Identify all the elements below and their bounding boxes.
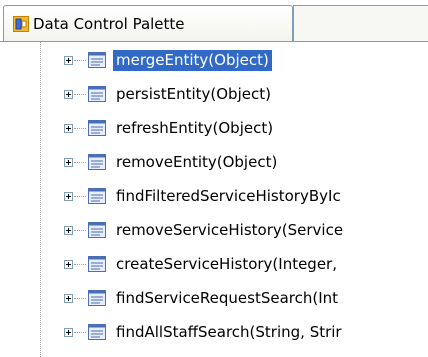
tree-item[interactable]: persistEntity(Object)	[0, 82, 428, 110]
method-icon	[88, 222, 106, 238]
tree-connector	[74, 298, 86, 299]
tab-data-control-palette[interactable]: Data Control Palette	[3, 5, 293, 42]
tree-item[interactable]: findAllStaffSearch(String, Strir	[0, 320, 428, 348]
expand-icon[interactable]	[64, 294, 73, 303]
tree-item-label[interactable]: refreshEntity(Object)	[113, 118, 276, 139]
data-control-palette-icon	[13, 16, 29, 32]
tree-item-label[interactable]: findAllStaffSearch(String, Strir	[113, 322, 345, 343]
tab-title: Data Control Palette	[33, 15, 185, 33]
method-icon	[88, 324, 106, 340]
method-icon	[88, 120, 106, 136]
data-control-tree: mergeEntity(Object) persistEntity(Object…	[0, 42, 428, 357]
tree-item[interactable]: findServiceRequestSearch(Int	[0, 286, 428, 314]
expand-icon[interactable]	[64, 158, 73, 167]
tree-item-label[interactable]: findServiceRequestSearch(Int	[113, 288, 341, 309]
tree-connector	[74, 94, 86, 95]
tree-connector	[74, 230, 86, 231]
tree-item[interactable]: refreshEntity(Object)	[0, 116, 428, 144]
tree-connector	[74, 128, 86, 129]
tree-item[interactable]: removeServiceHistory(Service	[0, 218, 428, 246]
method-icon	[88, 290, 106, 306]
expand-icon[interactable]	[64, 328, 73, 337]
tree-item-label[interactable]: persistEntity(Object)	[113, 84, 274, 105]
method-icon	[88, 154, 106, 170]
tree-item-label[interactable]: removeEntity(Object)	[113, 152, 280, 173]
tree-item-label[interactable]: findFilteredServiceHistoryByIc	[113, 186, 344, 207]
tree-connector	[74, 60, 86, 61]
expand-icon[interactable]	[64, 260, 73, 269]
tree-item[interactable]: mergeEntity(Object)	[0, 48, 428, 76]
expand-icon[interactable]	[64, 226, 73, 235]
tab-strip-empty	[293, 5, 428, 41]
tree-connector	[74, 162, 86, 163]
tree-item[interactable]: createServiceHistory(Integer,	[0, 252, 428, 280]
tree-item-label[interactable]: removeServiceHistory(Service	[113, 220, 346, 241]
tree-connector	[74, 264, 86, 265]
tree-item-label[interactable]: mergeEntity(Object)	[113, 50, 272, 71]
palette-tab-bar: Data Control Palette	[0, 0, 428, 42]
tree-connector	[74, 196, 86, 197]
method-icon	[88, 256, 106, 272]
tree-connector	[74, 332, 86, 333]
method-icon	[88, 52, 106, 68]
tree-item[interactable]: findFilteredServiceHistoryByIc	[0, 184, 428, 212]
method-icon	[88, 188, 106, 204]
expand-icon[interactable]	[64, 124, 73, 133]
tree-item-label[interactable]: createServiceHistory(Integer,	[113, 254, 340, 275]
tree-item[interactable]: removeEntity(Object)	[0, 150, 428, 178]
method-icon	[88, 86, 106, 102]
expand-icon[interactable]	[64, 90, 73, 99]
expand-icon[interactable]	[64, 192, 73, 201]
expand-icon[interactable]	[64, 56, 73, 65]
